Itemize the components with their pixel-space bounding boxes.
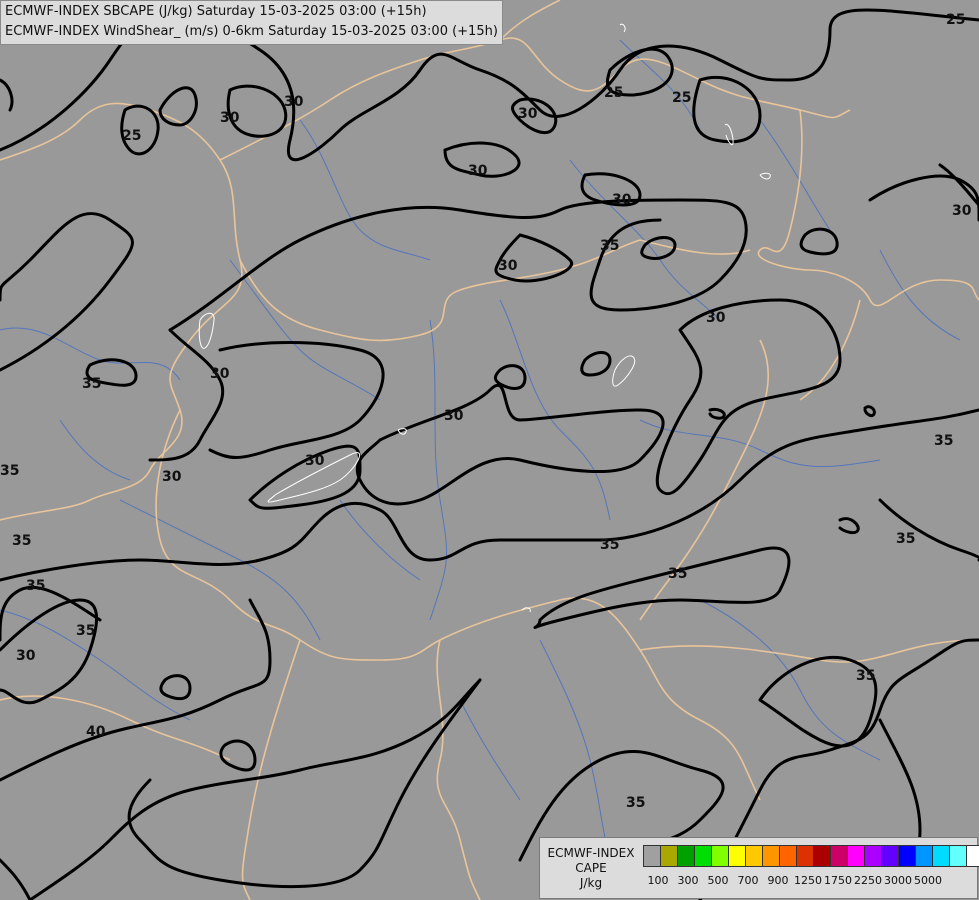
contour-label: 35 [856, 668, 875, 684]
legend-tick-label: 2250 [854, 874, 882, 887]
legend-swatch [660, 845, 678, 867]
legend-swatch [898, 845, 916, 867]
contour-label: 30 [220, 110, 240, 126]
legend-color-scale [643, 845, 979, 867]
contour-label: 35 [668, 566, 687, 582]
legend-ticks: 100 300 500 700 900 1250 1750 2250 3000 5000 [643, 874, 977, 890]
contour-label: 35 [0, 463, 19, 479]
contour-label: 25 [604, 85, 623, 101]
legend-swatch [966, 845, 979, 867]
contour-label: 30 [706, 310, 726, 326]
legend-tick-label: 900 [767, 874, 789, 887]
legend-swatch [864, 845, 882, 867]
contour-label: 30 [518, 106, 538, 122]
contour-label: 30 [210, 366, 230, 382]
contour-label: 40 [86, 724, 106, 740]
title-line-cape: ECMWF-INDEX SBCAPE (J/kg) Saturday 15-03… [5, 4, 427, 19]
legend-swatch [694, 845, 712, 867]
contour-label: 30 [468, 163, 488, 179]
legend-swatch [847, 845, 865, 867]
legend-tick-label: 700 [737, 874, 759, 887]
contour-label: 30 [305, 453, 325, 469]
map-background [0, 0, 979, 900]
legend-label: ECMWF-INDEX CAPE J/kg [544, 846, 638, 891]
contour-label: 35 [76, 623, 95, 639]
contour-label: 25 [946, 12, 965, 28]
legend-swatch [728, 845, 746, 867]
legend-tick-label: 1750 [824, 874, 852, 887]
legend-swatch [745, 845, 763, 867]
legend-swatch [813, 845, 831, 867]
legend-tick-label: 5000 [914, 874, 942, 887]
legend-swatch [932, 845, 950, 867]
legend-swatch [762, 845, 780, 867]
contour-label: 35 [626, 795, 645, 811]
title-line-windshear: ECMWF-INDEX WindShear_ (m/s) 0-6km Satur… [5, 24, 498, 39]
contour-label: 30 [612, 192, 632, 208]
contour-label: 30 [284, 94, 304, 110]
contour-label: 25 [672, 90, 691, 106]
contour-label: 35 [600, 238, 619, 254]
legend-tick-label: 100 [647, 874, 669, 887]
contour-label: 35 [934, 433, 953, 449]
legend-swatch [830, 845, 848, 867]
legend-swatch [779, 845, 797, 867]
legend-tick-label: 1250 [794, 874, 822, 887]
map-title: ECMWF-INDEX SBCAPE (J/kg) Saturday 15-03… [0, 0, 503, 45]
legend-swatch [796, 845, 814, 867]
contour-label: 35 [82, 376, 101, 392]
contour-label: 35 [26, 578, 45, 594]
legend-swatch [881, 845, 899, 867]
cape-legend: ECMWF-INDEX CAPE J/kg 100 300 500 700 900 125… [539, 837, 979, 899]
legend-model: ECMWF-INDEX [547, 846, 635, 860]
legend-swatch [915, 845, 933, 867]
legend-variable: CAPE [575, 861, 607, 875]
contour-label: 30 [498, 258, 518, 274]
contour-label: 30 [952, 203, 972, 219]
contour-label: 30 [16, 648, 36, 664]
contour-label: 35 [896, 531, 915, 547]
contour-label: 30 [162, 469, 182, 485]
legend-tick-label: 300 [677, 874, 699, 887]
legend-swatch [949, 845, 967, 867]
legend-swatch [677, 845, 695, 867]
weather-map: 25 25 25 25 30 30 30 30 30 30 30 30 30 3… [0, 0, 979, 900]
contour-label: 25 [122, 128, 141, 144]
contour-label: 35 [600, 537, 619, 553]
contour-label: 30 [444, 408, 464, 424]
legend-tick-label: 3000 [884, 874, 912, 887]
legend-swatch [711, 845, 729, 867]
legend-tick-label: 500 [707, 874, 729, 887]
contour-label: 35 [12, 533, 31, 549]
legend-swatch [643, 845, 661, 867]
legend-unit: J/kg [579, 876, 603, 890]
